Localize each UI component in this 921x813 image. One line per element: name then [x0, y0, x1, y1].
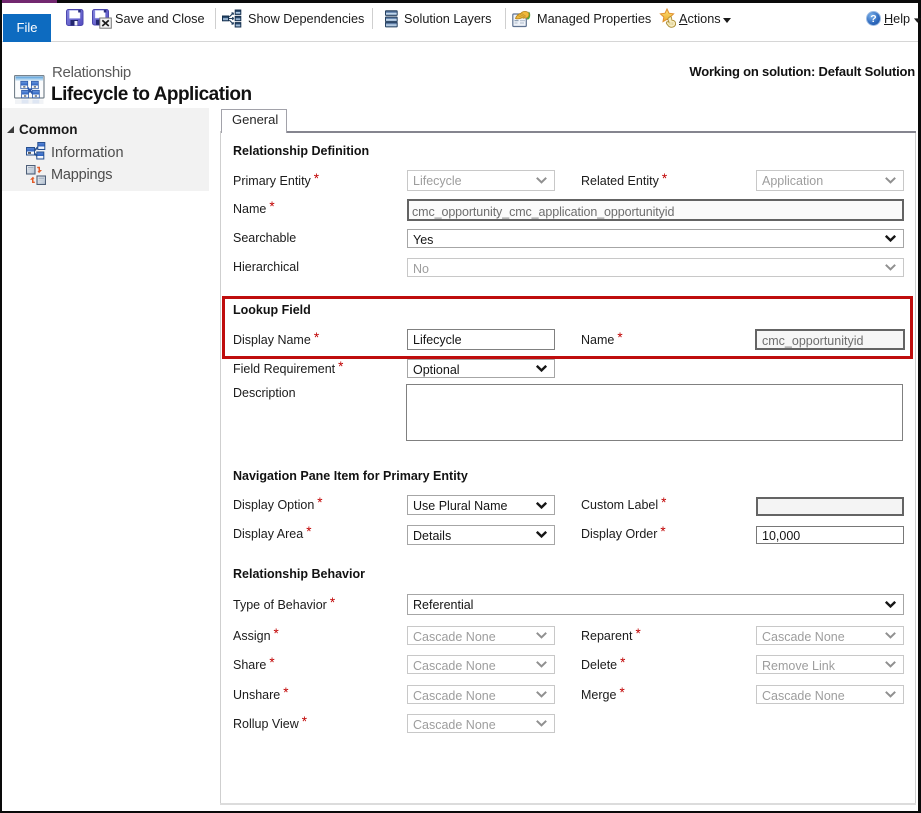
svg-text:?: ? [870, 13, 876, 25]
